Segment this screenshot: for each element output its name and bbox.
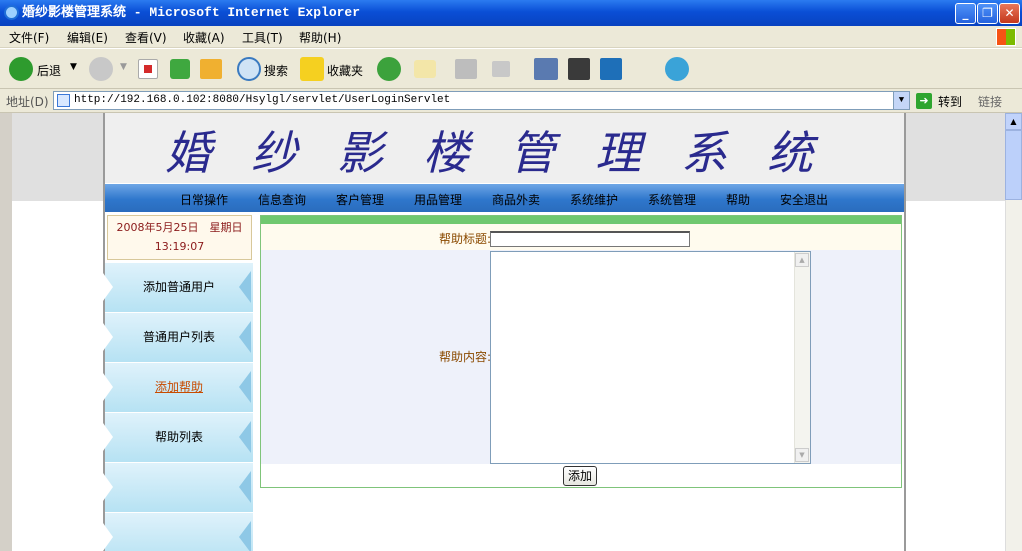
search-icon[interactable] <box>237 57 261 81</box>
nav-help[interactable]: 帮助 <box>726 191 750 208</box>
sidebar: 2008年5月25日 星期日 13:19:07 添加普通用户 普通用户列表 添加… <box>103 212 255 551</box>
sidebar-item-user-list[interactable]: 普通用户列表 <box>103 312 253 362</box>
favorites-label[interactable]: 收藏夹 <box>327 62 363 79</box>
nav-supplies[interactable]: 用品管理 <box>414 191 462 208</box>
scrollbar-thumb[interactable] <box>1005 130 1022 200</box>
back-dropdown-icon[interactable]: ▼ <box>70 62 77 72</box>
k-icon[interactable] <box>568 58 590 80</box>
menu-help[interactable]: 帮助(H) <box>299 29 341 46</box>
edit-icon[interactable] <box>492 61 510 77</box>
textarea-scrollbar[interactable]: ▲ ▼ <box>794 252 810 463</box>
address-label: 地址(D) <box>6 95 49 109</box>
go-button[interactable]: 转到 <box>938 93 962 110</box>
back-arrow-icon[interactable] <box>9 57 33 81</box>
add-button[interactable]: 添加 <box>563 466 597 486</box>
help-title-label: 帮助标题: <box>438 232 491 246</box>
main-nav: 日常操作 信息查询 客户管理 用品管理 商品外卖 系统维护 系统管理 帮助 安全… <box>105 184 904 212</box>
address-url[interactable]: http://192.168.0.102:8080/Hsylgl/servlet… <box>74 94 450 106</box>
address-bar: 地址(D) http://192.168.0.102:8080/Hsylgl/s… <box>0 89 1022 113</box>
sidebar-item-label[interactable]: 帮助列表 <box>155 430 203 444</box>
ie-icon <box>4 5 19 20</box>
close-button[interactable]: ✕ <box>999 3 1020 24</box>
date-time-box: 2008年5月25日 星期日 13:19:07 <box>107 215 252 260</box>
form-header-bar <box>261 216 901 224</box>
nav-query[interactable]: 信息查询 <box>258 191 306 208</box>
window-title: 婚纱影楼管理系统 - Microsoft Internet Explorer <box>22 5 361 20</box>
messenger-icon[interactable] <box>534 58 558 80</box>
minimize-button[interactable]: _ <box>955 3 976 24</box>
forward-dropdown-icon[interactable]: ▼ <box>120 62 127 72</box>
nav-daily[interactable]: 日常操作 <box>180 191 228 208</box>
stop-icon[interactable] <box>138 59 158 79</box>
users-icon[interactable] <box>665 57 689 81</box>
current-date: 2008年5月25日 星期日 <box>116 221 243 234</box>
sidebar-item-help-list[interactable]: 帮助列表 <box>103 412 253 462</box>
home-icon[interactable] <box>200 59 222 79</box>
menu-view[interactable]: 查看(V) <box>125 29 167 46</box>
scroll-down-icon[interactable]: ▼ <box>795 448 809 462</box>
page-icon <box>57 94 70 107</box>
help-content-label: 帮助内容: <box>438 350 491 364</box>
app-banner: 婚纱影楼管理系统 <box>105 113 904 183</box>
menu-tools[interactable]: 工具(T) <box>242 29 283 46</box>
forward-arrow-icon[interactable] <box>89 57 113 81</box>
refresh-icon[interactable] <box>170 59 190 79</box>
sidebar-item-empty[interactable] <box>103 512 253 551</box>
nav-system[interactable]: 系统管理 <box>648 191 696 208</box>
address-dropdown-icon[interactable]: ▼ <box>893 92 909 109</box>
nav-logout[interactable]: 安全退出 <box>780 191 828 208</box>
links-label[interactable]: 链接 <box>978 93 1002 110</box>
sidebar-item-label[interactable]: 添加普通用户 <box>143 280 215 294</box>
menu-file[interactable]: 文件(F) <box>9 29 49 46</box>
q-icon[interactable] <box>600 58 622 80</box>
sidebar-item-label[interactable]: 普通用户列表 <box>143 330 215 344</box>
browser-window: 婚纱影楼管理系统 - Microsoft Internet Explorer _… <box>0 0 1022 551</box>
title-bar: 婚纱影楼管理系统 - Microsoft Internet Explorer _… <box>0 0 1022 26</box>
toolbar: 后退 ▼ ▼ 搜索 收藏夹 <box>0 49 1022 89</box>
search-label[interactable]: 搜索 <box>264 62 288 79</box>
scroll-up-icon[interactable]: ▲ <box>1005 113 1022 130</box>
scroll-up-icon[interactable]: ▲ <box>795 253 809 267</box>
sidebar-item-label[interactable]: 添加帮助 <box>155 380 203 394</box>
nav-customers[interactable]: 客户管理 <box>336 191 384 208</box>
mail-icon[interactable] <box>414 60 436 78</box>
current-time: 13:19:07 <box>154 240 205 253</box>
go-arrow-icon[interactable]: ➜ <box>916 93 932 109</box>
menu-edit[interactable]: 编辑(E) <box>67 29 108 46</box>
print-icon[interactable] <box>455 59 477 79</box>
sidebar-item-add-help[interactable]: 添加帮助 <box>103 362 253 412</box>
history-icon[interactable] <box>377 57 401 81</box>
app-title: 婚纱影楼管理系统 <box>165 126 853 180</box>
app-container: 婚纱影楼管理系统 日常操作 信息查询 客户管理 用品管理 商品外卖 系统维护 系… <box>103 113 906 551</box>
nav-maintenance[interactable]: 系统维护 <box>570 191 618 208</box>
address-input[interactable]: http://192.168.0.102:8080/Hsylgl/servlet… <box>53 91 910 110</box>
help-title-input[interactable] <box>490 231 690 247</box>
favorites-star-icon[interactable] <box>300 57 324 81</box>
sidebar-item-empty[interactable] <box>103 462 253 512</box>
help-form: 帮助标题: 帮助内容: ▲ ▼ 添加 <box>260 215 902 488</box>
help-content-textarea[interactable]: ▲ ▼ <box>490 251 811 464</box>
nav-sales[interactable]: 商品外卖 <box>492 191 540 208</box>
maximize-button[interactable]: ❐ <box>977 3 998 24</box>
menu-bar: 文件(F) 编辑(E) 查看(V) 收藏(A) 工具(T) 帮助(H) <box>0 26 1022 48</box>
menu-favorites[interactable]: 收藏(A) <box>183 29 225 46</box>
sidebar-item-add-user[interactable]: 添加普通用户 <box>103 262 253 312</box>
windows-logo-icon <box>996 28 1016 46</box>
back-label[interactable]: 后退 <box>37 62 61 79</box>
